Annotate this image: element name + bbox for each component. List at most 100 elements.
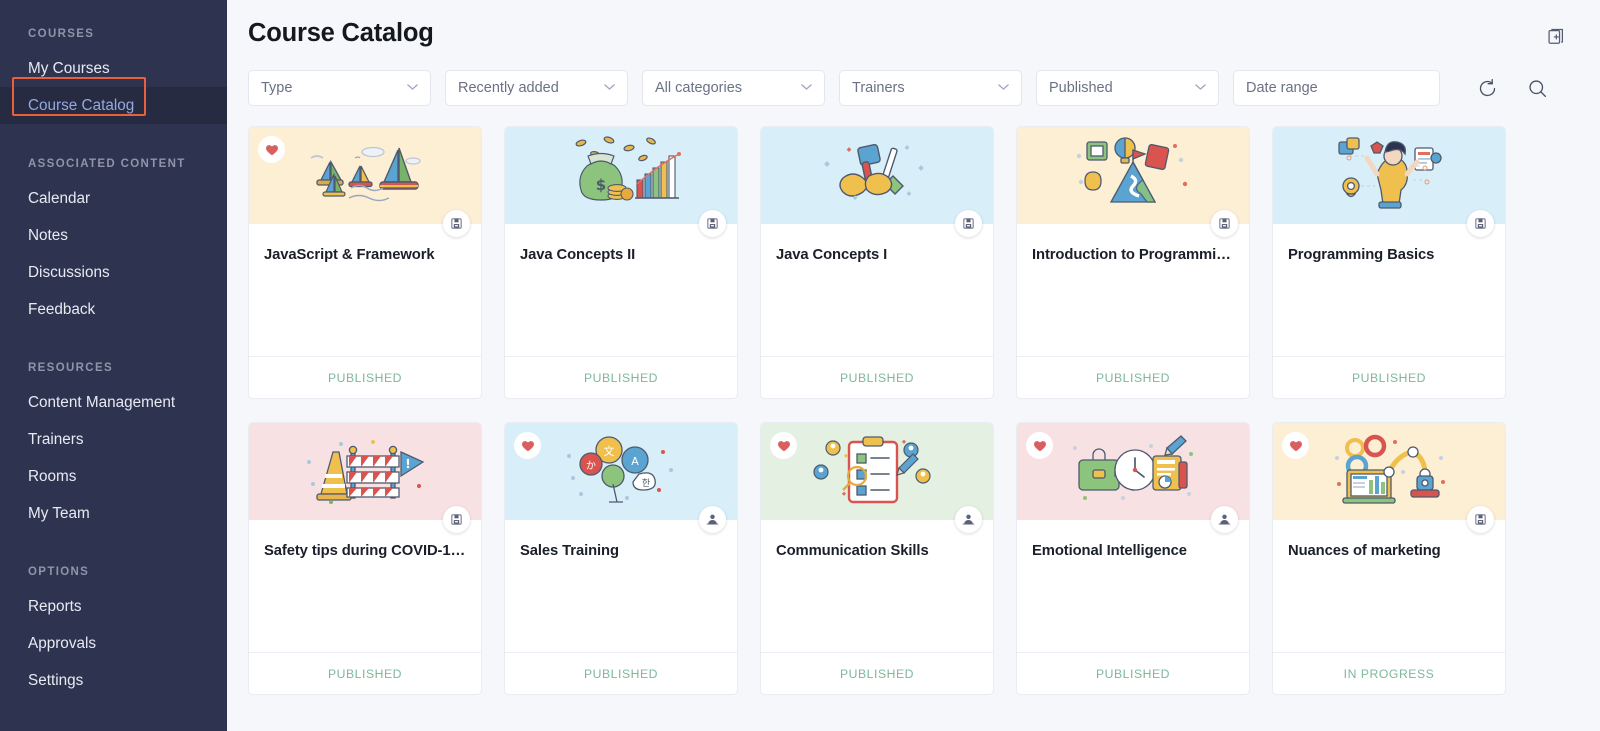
- course-card-body: Introduction to Programmi…: [1017, 224, 1249, 356]
- sidebar-item-settings[interactable]: Settings: [0, 662, 227, 699]
- app-root: COURSES My Courses Course Catalog ASSOCIATE…: [0, 0, 1600, 731]
- course-card-hero: [1017, 423, 1249, 533]
- elearning-icon: [955, 210, 982, 237]
- favorite-heart-icon[interactable]: [770, 432, 797, 459]
- course-card-hero: [1017, 127, 1249, 237]
- status-badge: PUBLISHED: [1095, 666, 1171, 681]
- search-icon[interactable]: [1524, 75, 1550, 101]
- course-card[interactable]: ! Safety tips during COVID-1… PUBLISHED: [248, 422, 482, 695]
- filter-trainers[interactable]: Trainers: [839, 70, 1022, 106]
- filter-categories[interactable]: All categories: [642, 70, 825, 106]
- course-card-body: Nuances of marketing: [1273, 520, 1505, 652]
- course-card-hero: [1273, 423, 1505, 533]
- svg-text:$: $: [596, 176, 606, 194]
- sidebar-item-discussions[interactable]: Discussions: [0, 254, 227, 291]
- sidebar-item-trainers[interactable]: Trainers: [0, 421, 227, 458]
- course-card-hero: [761, 127, 993, 237]
- sidebar-item-label: Notes: [28, 227, 68, 244]
- sidebar-item-label: My Courses: [28, 60, 110, 77]
- sidebar-item-content-management[interactable]: Content Management: [0, 384, 227, 421]
- status-badge: PUBLISHED: [839, 370, 915, 385]
- filter-sort-value: Recently added: [458, 80, 559, 96]
- svg-text:한: 한: [642, 478, 650, 489]
- top-bar-actions: [1542, 18, 1570, 51]
- course-card-body: Communication Skills: [761, 520, 993, 652]
- sidebar-item-calendar[interactable]: Calendar: [0, 180, 227, 217]
- course-card-grid: JavaScript & Framework PUBLISHED $ Java …: [227, 106, 1600, 695]
- course-card-title: Introduction to Programmi…: [1032, 247, 1231, 263]
- course-card-body: Java Concepts II: [505, 224, 737, 356]
- course-card[interactable]: Programming Basics PUBLISHED: [1272, 126, 1506, 399]
- chevron-down-icon: [604, 83, 615, 94]
- favorite-heart-icon[interactable]: [1026, 432, 1053, 459]
- filter-type-value: Type: [261, 80, 293, 96]
- filter-published[interactable]: Published: [1036, 70, 1219, 106]
- elearning-icon: [1467, 210, 1494, 237]
- status-badge: PUBLISHED: [1351, 370, 1427, 385]
- filter-published-value: Published: [1049, 80, 1113, 96]
- sidebar-item-label: Rooms: [28, 468, 77, 485]
- status-badge: PUBLISHED: [327, 370, 403, 385]
- course-card[interactable]: Emotional Intelligence PUBLISHED: [1016, 422, 1250, 695]
- refresh-icon[interactable]: [1474, 75, 1500, 101]
- sidebar-item-label: Calendar: [28, 190, 91, 207]
- favorite-heart-icon[interactable]: [514, 432, 541, 459]
- course-card-footer: PUBLISHED: [249, 652, 481, 694]
- status-badge: PUBLISHED: [1095, 370, 1171, 385]
- filter-type[interactable]: Type: [248, 70, 431, 106]
- sidebar-item-label: Trainers: [28, 431, 84, 448]
- course-card[interactable]: Introduction to Programmi… PUBLISHED: [1016, 126, 1250, 399]
- course-card-footer: PUBLISHED: [1017, 652, 1249, 694]
- sidebar-item-label: Course Catalog: [28, 97, 135, 114]
- filter-date-range[interactable]: Date range: [1233, 70, 1440, 106]
- course-card-footer: PUBLISHED: [249, 356, 481, 398]
- course-card-hero: [1273, 127, 1505, 237]
- sidebar-group-title: COURSES: [28, 28, 95, 40]
- sidebar-item-feedback[interactable]: Feedback: [0, 291, 227, 328]
- sidebar-item-rooms[interactable]: Rooms: [0, 458, 227, 495]
- add-copy-icon[interactable]: [1542, 23, 1570, 51]
- status-badge: PUBLISHED: [583, 666, 659, 681]
- course-card-hero: [761, 423, 993, 533]
- sidebar-item-label: My Team: [28, 505, 90, 522]
- course-card[interactable]: Nuances of marketing IN PROGRESS: [1272, 422, 1506, 695]
- course-card-title: JavaScript & Framework: [264, 247, 435, 263]
- course-card[interactable]: JavaScript & Framework PUBLISHED: [248, 126, 482, 399]
- course-card[interactable]: Communication Skills PUBLISHED: [760, 422, 994, 695]
- course-card-footer: PUBLISHED: [761, 652, 993, 694]
- filter-date-range-value: Date range: [1246, 80, 1318, 96]
- course-card-hero: $: [505, 127, 737, 237]
- favorite-heart-icon[interactable]: [1282, 432, 1309, 459]
- course-card-footer: PUBLISHED: [505, 652, 737, 694]
- course-card-title: Java Concepts II: [520, 247, 636, 263]
- course-card-title: Sales Training: [520, 543, 619, 559]
- course-card[interactable]: $ Java Concepts II PUBLISHED: [504, 126, 738, 399]
- sidebar-group-title: ASSOCIATED CONTENT: [28, 158, 186, 170]
- filter-sort[interactable]: Recently added: [445, 70, 628, 106]
- sidebar-group-resources: RESOURCES Content Management Trainers Rooms…: [0, 348, 227, 532]
- sidebar-group-spacer: [0, 332, 227, 348]
- course-card-body: Sales Training: [505, 520, 737, 652]
- instructor-led-icon: [1211, 506, 1238, 533]
- sidebar-group-associated-content: ASSOCIATED CONTENT Calendar Notes Discussio…: [0, 144, 227, 328]
- course-card-hero: [249, 127, 481, 237]
- sidebar-item-my-courses[interactable]: My Courses: [0, 50, 227, 87]
- elearning-icon: [443, 210, 470, 237]
- sidebar-item-course-catalog[interactable]: Course Catalog: [0, 87, 227, 124]
- course-card[interactable]: 文 か A 한 Sales Training PUBLISHED: [504, 422, 738, 695]
- status-badge: PUBLISHED: [839, 666, 915, 681]
- sidebar-item-reports[interactable]: Reports: [0, 588, 227, 625]
- sidebar-item-notes[interactable]: Notes: [0, 217, 227, 254]
- top-bar: Course Catalog: [227, 0, 1600, 51]
- sidebar-group-options: OPTIONS Reports Approvals Settings: [0, 552, 227, 699]
- favorite-heart-icon[interactable]: [258, 136, 285, 163]
- sidebar-item-my-team[interactable]: My Team: [0, 495, 227, 532]
- course-card[interactable]: Java Concepts I PUBLISHED: [760, 126, 994, 399]
- course-card-title: Communication Skills: [776, 543, 929, 559]
- sidebar-item-approvals[interactable]: Approvals: [0, 625, 227, 662]
- elearning-icon: [699, 210, 726, 237]
- course-card-body: Programming Basics: [1273, 224, 1505, 356]
- sidebar-item-label: Settings: [28, 672, 84, 689]
- chevron-down-icon: [998, 83, 1009, 94]
- sidebar-item-label: Reports: [28, 598, 82, 615]
